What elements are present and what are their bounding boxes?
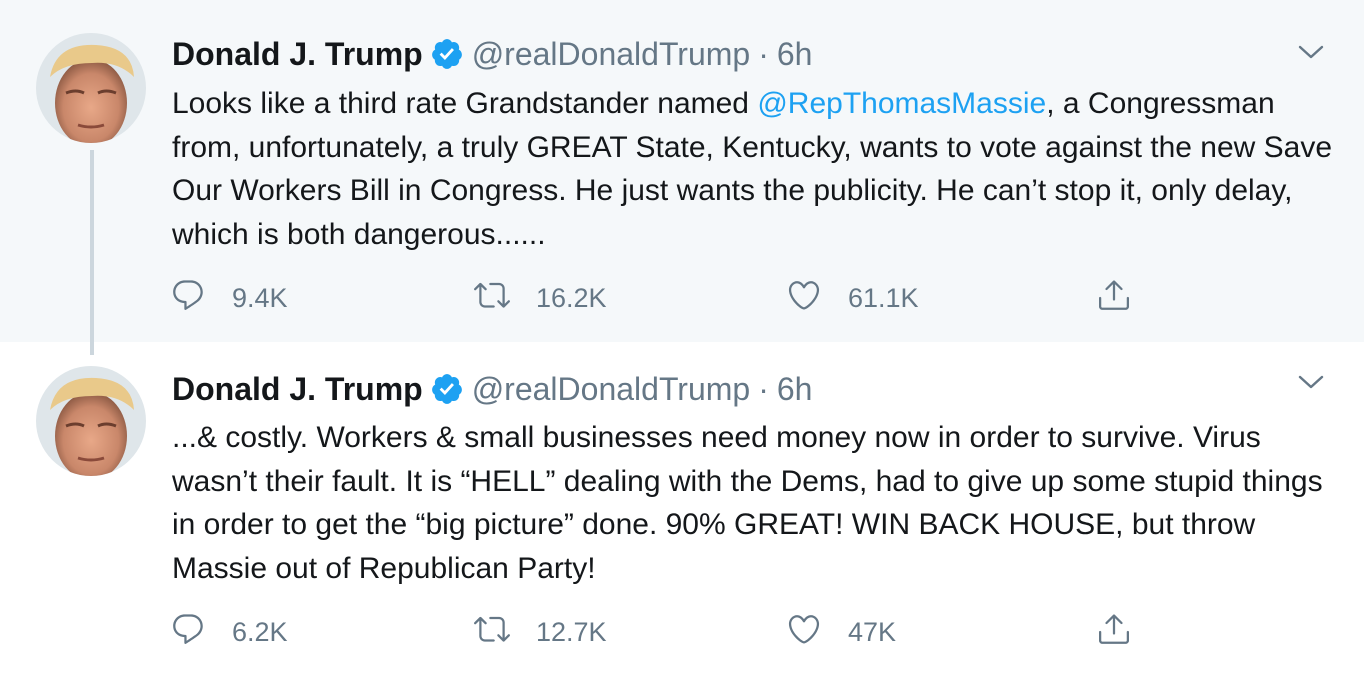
verified-badge-icon [430, 372, 464, 406]
chevron-down-icon[interactable] [1296, 37, 1326, 67]
tweet-actions: 6.2K 12.7K 47K [0, 610, 1364, 654]
share-button[interactable] [1096, 276, 1132, 320]
like-button[interactable]: 61.1K [786, 276, 919, 320]
reply-button[interactable]: 6.2K [170, 610, 288, 654]
author-handle[interactable]: @realDonaldTrump [472, 367, 751, 411]
share-button[interactable] [1096, 610, 1132, 654]
tweet-actions: 9.4K 16.2K 61.1K [0, 276, 1364, 320]
tweet-timestamp[interactable]: 6h [777, 367, 813, 411]
separator-dot: · [758, 36, 769, 72]
author-name[interactable]: Donald J. Trump [172, 32, 423, 76]
retweet-button[interactable]: 12.7K [474, 610, 607, 654]
share-icon [1096, 277, 1132, 320]
mention-link[interactable]: @RepThomasMassie [757, 87, 1046, 120]
reply-icon [170, 277, 206, 320]
like-button[interactable]: 47K [786, 610, 896, 654]
thread-connector-line [90, 150, 94, 355]
like-icon [786, 611, 822, 654]
author-name[interactable]: Donald J. Trump [172, 367, 423, 411]
tweet-header: Donald J. Trump @realDonaldTrump · 6h [172, 32, 812, 76]
share-icon [1096, 611, 1132, 654]
retweet-button[interactable]: 16.2K [474, 276, 607, 320]
tweet-text: ...& costly. Workers & small businesses … [172, 421, 1323, 585]
reply-icon [170, 611, 206, 654]
reply-count: 9.4K [232, 282, 288, 313]
tweet-header: Donald J. Trump @realDonaldTrump · 6h [172, 367, 812, 411]
like-icon [786, 277, 822, 320]
like-count: 47K [848, 616, 897, 647]
author-avatar[interactable] [36, 366, 146, 476]
retweet-count: 16.2K [536, 282, 607, 313]
reply-count: 6.2K [232, 616, 288, 647]
chevron-down-icon[interactable] [1296, 367, 1326, 397]
tweet-1[interactable]: Donald J. Trump @realDonaldTrump · 6h Lo… [0, 0, 1364, 342]
reply-button[interactable]: 9.4K [170, 276, 288, 320]
tweet-text-start: Looks like a third rate Grandstander nam… [172, 87, 758, 120]
author-avatar[interactable] [36, 33, 146, 143]
tweet-timestamp[interactable]: 6h [777, 32, 813, 76]
retweet-icon [474, 611, 510, 654]
author-handle[interactable]: @realDonaldTrump [472, 32, 751, 76]
retweet-count: 12.7K [536, 616, 607, 647]
verified-badge-icon [430, 37, 464, 71]
tweet-text: Looks like a third rate Grandstander nam… [172, 82, 1342, 256]
like-count: 61.1K [848, 282, 919, 313]
retweet-icon [474, 277, 510, 320]
tweet-2[interactable]: Donald J. Trump @realDonaldTrump · 6h ..… [0, 342, 1364, 674]
separator-dot: · [758, 371, 769, 407]
